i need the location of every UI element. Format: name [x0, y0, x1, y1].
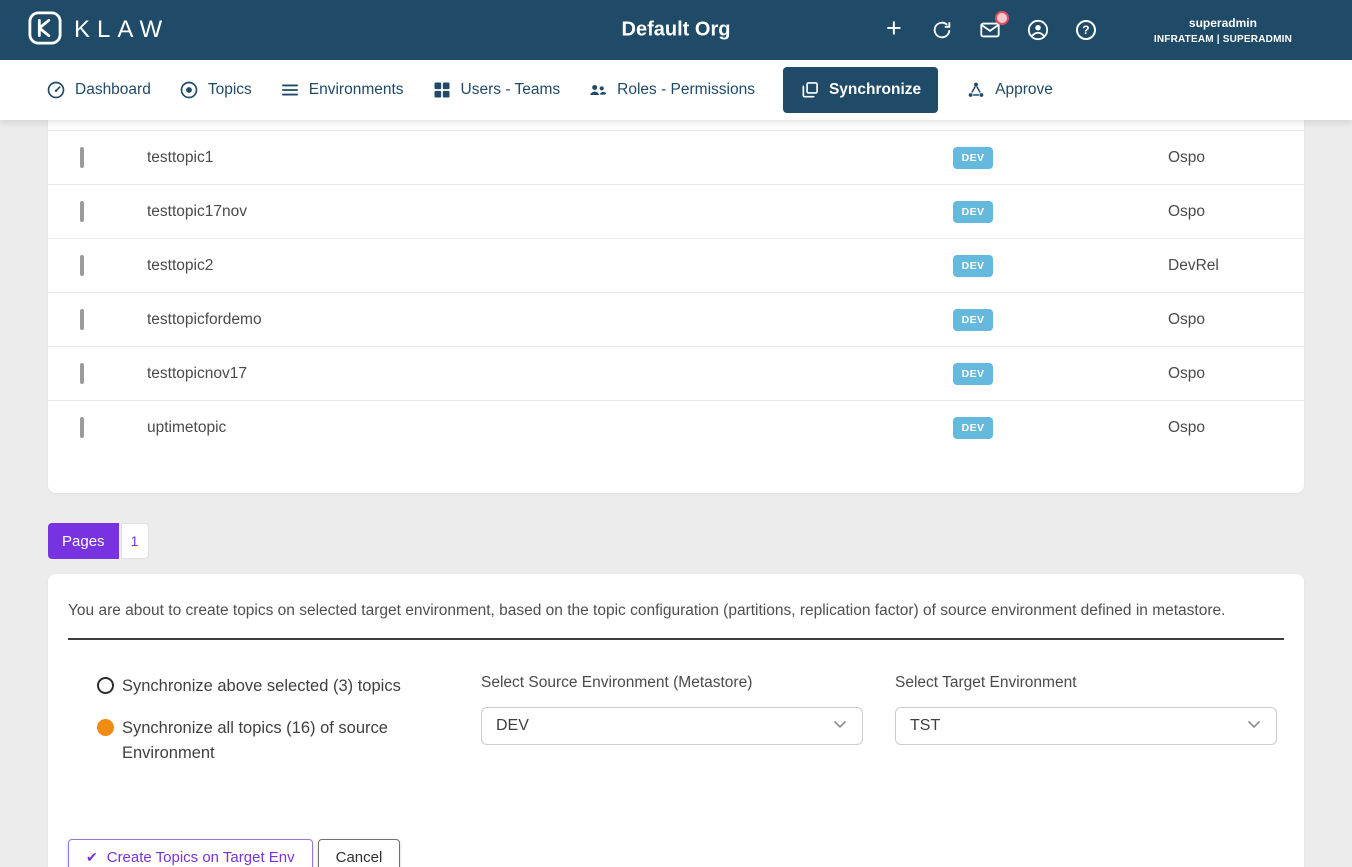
env-badge: DEV: [953, 363, 994, 385]
roles-permissions-icon: [588, 80, 608, 100]
synchronize-panel: You are about to create topics on select…: [48, 574, 1304, 867]
cancel-button[interactable]: Cancel: [318, 839, 401, 867]
env-badge: DEV: [953, 147, 994, 169]
radio-sync-selected-topics[interactable]: Synchronize above selected (3) topics: [97, 674, 481, 700]
source-env-group: Select Source Environment (Metastore) DE…: [481, 674, 863, 745]
nav-label: Synchronize: [829, 81, 921, 99]
topic-name: uptimetopic: [147, 419, 848, 437]
nav-item-environments[interactable]: Environments: [280, 80, 404, 100]
team-name: Ospo: [1098, 419, 1304, 437]
nav-item-approve[interactable]: Approve: [966, 80, 1053, 100]
users-teams-icon: [432, 80, 452, 100]
target-env-label: Select Target Environment: [895, 674, 1277, 692]
pages-button[interactable]: Pages: [48, 523, 119, 559]
synchronize-icon: [800, 80, 820, 100]
source-env-select[interactable]: DEV: [481, 707, 863, 745]
team-name: Ospo: [1098, 365, 1304, 383]
nav-label: Users - Teams: [461, 81, 561, 99]
notification-badge: [995, 11, 1009, 25]
table-row: testtopic1 DEV Ospo: [48, 130, 1304, 184]
top-header: KLAW Default Org + ?: [0, 0, 1352, 60]
table-row: testtopic2 DEV DevRel: [48, 238, 1304, 292]
nav-item-roles-permissions[interactable]: Roles - Permissions: [588, 80, 755, 100]
header-actions: + ?: [882, 18, 1098, 42]
nav-label: Topics: [208, 81, 252, 99]
topics-icon: [179, 80, 199, 100]
user-info: superadmin INFRATEAM | SUPERADMIN: [1154, 16, 1292, 45]
topic-name: testtopic1: [147, 149, 848, 167]
radio-sync-all-topics[interactable]: Synchronize all topics (16) of source En…: [97, 716, 481, 767]
radio-label: Synchronize all topics (16) of source En…: [122, 716, 432, 767]
chevron-down-icon: [1244, 714, 1264, 739]
chevron-down-icon: [830, 714, 850, 739]
nav-item-users-teams[interactable]: Users - Teams: [432, 80, 561, 100]
row-checkbox[interactable]: [80, 417, 84, 438]
sync-form: Synchronize above selected (3) topics Sy…: [68, 674, 1284, 783]
env-badge: DEV: [953, 309, 994, 331]
target-env-group: Select Target Environment TST: [895, 674, 1277, 745]
table-row: uptimetopic DEV Ospo: [48, 400, 1304, 454]
env-badge: DEV: [953, 201, 994, 223]
check-icon: ✔: [86, 849, 98, 866]
approve-icon: [966, 80, 986, 100]
nav-label: Environments: [309, 81, 404, 99]
nav-label: Dashboard: [75, 81, 151, 99]
create-topics-button[interactable]: ✔ Create Topics on Target Env: [68, 839, 313, 867]
action-buttons: ✔ Create Topics on Target Env Cancel: [68, 839, 1284, 867]
nav-label: Approve: [995, 81, 1053, 99]
org-title: Default Org: [622, 19, 731, 42]
team-name: Ospo: [1098, 311, 1304, 329]
env-badge: DEV: [953, 417, 994, 439]
team-name: Ospo: [1098, 149, 1304, 167]
username: superadmin: [1154, 16, 1292, 30]
klaw-logo[interactable]: KLAW: [28, 11, 169, 50]
radio-label: Synchronize above selected (3) topics: [122, 674, 401, 700]
logo-text: KLAW: [74, 16, 169, 44]
radio-selected-icon: [97, 719, 114, 736]
klaw-logo-icon: [28, 11, 62, 50]
page-number-button[interactable]: 1: [121, 523, 149, 559]
row-checkbox[interactable]: [80, 309, 84, 330]
create-topics-label: Create Topics on Target Env: [107, 849, 295, 866]
refresh-icon[interactable]: [930, 18, 954, 42]
nav-item-synchronize[interactable]: Synchronize: [783, 67, 938, 113]
team-name: Ospo: [1098, 203, 1304, 221]
add-icon[interactable]: +: [882, 18, 906, 42]
dashboard-icon: [46, 80, 66, 100]
account-icon[interactable]: [1026, 18, 1050, 42]
pagination: Pages 1: [48, 523, 1304, 559]
row-checkbox[interactable]: [80, 363, 84, 384]
sync-options: Synchronize above selected (3) topics Sy…: [68, 674, 481, 783]
radio-unselected-icon: [97, 677, 114, 694]
nav-item-topics[interactable]: Topics: [179, 80, 252, 100]
topic-name: testtopicnov17: [147, 365, 848, 383]
main-nav: Dashboard Topics Environments Us: [0, 60, 1352, 120]
mail-icon[interactable]: [978, 18, 1002, 42]
target-env-value: TST: [910, 717, 940, 735]
main-content: testtopic1 DEV Ospo testtopic17nov DEV O…: [0, 120, 1352, 867]
table-row: testtopicfordemo DEV Ospo: [48, 292, 1304, 346]
row-checkbox[interactable]: [80, 201, 84, 222]
table-row: testtopicnov17 DEV Ospo: [48, 346, 1304, 400]
topic-name: testtopicfordemo: [147, 311, 848, 329]
user-team-role: INFRATEAM | SUPERADMIN: [1154, 34, 1292, 45]
topic-name: testtopic2: [147, 257, 848, 275]
help-icon[interactable]: ?: [1074, 18, 1098, 42]
row-checkbox[interactable]: [80, 255, 84, 276]
environments-icon: [280, 80, 300, 100]
nav-label: Roles - Permissions: [617, 81, 755, 99]
row-checkbox[interactable]: [80, 147, 84, 168]
topics-table: testtopic1 DEV Ospo testtopic17nov DEV O…: [48, 120, 1304, 493]
table-row: testtopic17nov DEV Ospo: [48, 184, 1304, 238]
sync-description: You are about to create topics on select…: [68, 602, 1284, 620]
topic-name: testtopic17nov: [147, 203, 848, 221]
env-badge: DEV: [953, 255, 994, 277]
divider: [68, 638, 1284, 640]
nav-item-dashboard[interactable]: Dashboard: [46, 80, 151, 100]
source-env-label: Select Source Environment (Metastore): [481, 674, 863, 692]
source-env-value: DEV: [496, 717, 529, 735]
target-env-select[interactable]: TST: [895, 707, 1277, 745]
team-name: DevRel: [1098, 257, 1304, 275]
